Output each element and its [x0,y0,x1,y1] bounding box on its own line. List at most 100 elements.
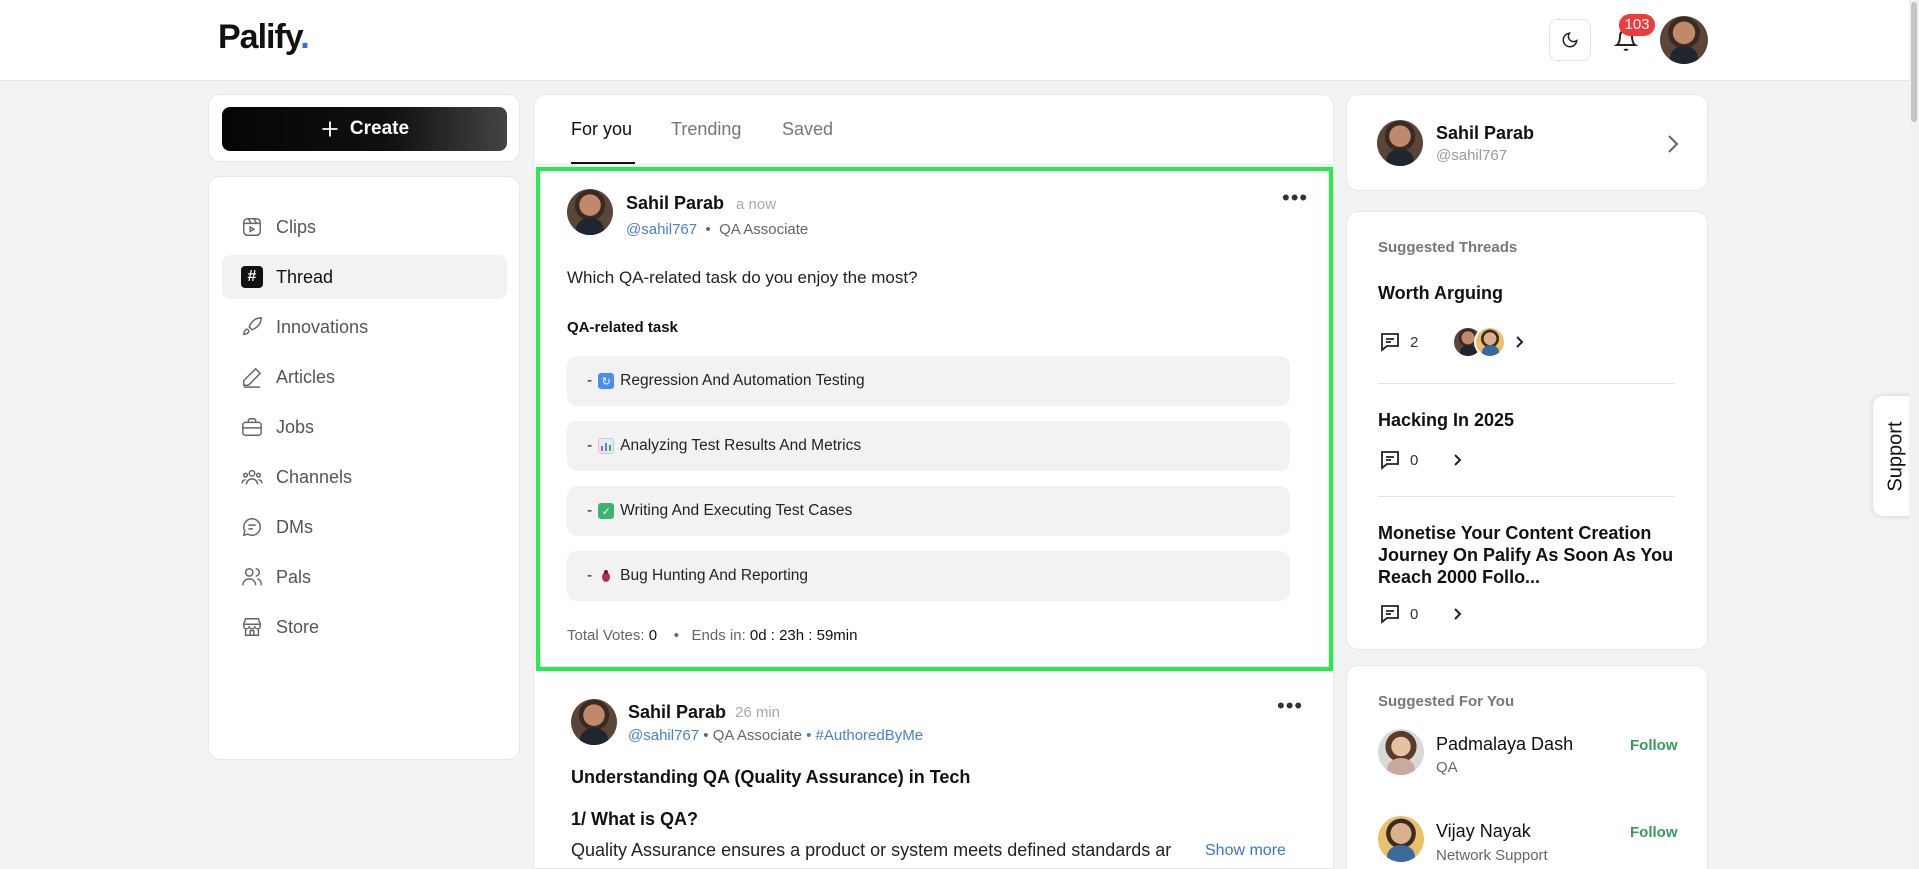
author-name[interactable]: Sahil Parab [628,702,726,723]
top-navbar: Palify. 103 [0,0,1919,81]
author-role: QA Associate [719,221,809,238]
moon-icon [1562,32,1578,48]
comment-count: 2 [1410,333,1419,351]
plus-icon [322,121,338,137]
sidebar-item-articles[interactable]: Articles [222,355,507,399]
post-time: 26 min [735,704,781,721]
tab-for-you[interactable]: For you [571,119,632,140]
poll-countdown: 0d : 23h : 59min [749,627,858,644]
profile-handle: @sahil767 [1436,147,1508,164]
suggested-user-name[interactable]: Padmalaya Dash [1436,734,1573,755]
show-more-link[interactable]: Show more [1205,842,1286,860]
post-time: a now [736,196,777,213]
thread-title[interactable]: Monetise Your Content Creation Journey O… [1378,522,1678,588]
author-avatar[interactable] [571,699,617,745]
clips-icon [240,215,264,239]
section-title: Suggested Threads [1378,239,1518,256]
tab-trending[interactable]: Trending [671,119,741,140]
profile-card[interactable]: Sahil Parab @sahil767 [1346,94,1708,191]
post-body: Quality Assurance ensures a product or s… [571,840,1172,860]
divider [1378,383,1675,384]
comment-count: 0 [1410,605,1419,623]
page-scrollbar[interactable] [1909,0,1919,869]
theme-toggle-button[interactable] [1549,19,1591,61]
notification-badge: 103 [1619,14,1655,36]
feed-tabs: For you Trending Saved [534,95,1333,165]
hashtag-link[interactable]: • #AuthoredByMe [806,727,923,744]
sidebar-item-store[interactable]: Store [222,605,507,649]
total-votes: 0 [648,627,658,644]
profile-avatar [1377,120,1423,166]
thread-stats: 0 [1378,602,1464,626]
briefcase-icon [240,415,264,439]
feed: For you Trending Saved Sahil Parab a now… [533,94,1334,869]
active-tab-indicator [571,162,635,164]
users-group-icon [240,465,264,489]
poll-question: Which QA-related task do you enjoy the m… [567,268,918,287]
section-title: Suggested For You [1378,693,1515,710]
thread-title[interactable]: Worth Arguing [1378,282,1678,304]
create-button[interactable]: Create [222,107,507,151]
more-options-icon[interactable]: ••• [1277,693,1303,719]
suggested-user-avatar[interactable] [1378,729,1424,775]
author-avatar[interactable] [567,189,613,235]
comment-icon [1381,333,1399,352]
author-name[interactable]: Sahil Parab [626,193,724,214]
author-meta: @sahil767 • QA Associate [626,221,809,238]
hash-icon: # [241,266,263,288]
more-options-icon[interactable]: ••• [1282,185,1308,211]
author-handle[interactable]: @sahil767 [628,727,699,744]
sidebar-nav: Clips # Thread Innovations Articles Jobs… [208,176,520,760]
comment-icon [1381,451,1399,470]
comment-count: 0 [1410,451,1419,469]
create-card: Create [208,94,520,162]
chevron-right-icon [1668,135,1679,153]
pen-icon [240,365,264,389]
suggested-threads: Suggested Threads Worth Arguing 2 Hackin… [1346,211,1708,650]
post-title: Understanding QA (Quality Assurance) in … [571,767,971,787]
palify-logo[interactable]: Palify. [218,18,310,57]
divider [1378,496,1675,497]
sidebar-item-clips[interactable]: Clips [222,205,507,249]
pals-icon [240,565,264,589]
scrollbar-thumb[interactable] [1911,2,1917,122]
poll-option[interactable]: - ↻ Regression And Automation Testing [567,356,1290,406]
check-icon: ✓ [598,503,615,519]
sidebar-item-channels[interactable]: Channels [222,455,507,499]
rocket-icon [240,315,264,339]
follow-button[interactable]: Follow [1630,824,1678,841]
thread-stats: 0 [1378,448,1464,472]
suggested-user-role: Network Support [1436,847,1548,864]
sidebar-item-pals[interactable]: Pals [222,555,507,599]
poll-option[interactable]: - ✓ Writing And Executing Test Cases [567,486,1290,536]
suggested-for-you: Suggested For You Padmalaya Dash QA Foll… [1346,665,1708,869]
sidebar-item-thread[interactable]: # Thread [222,255,507,299]
poll-option[interactable]: - Bug Hunting And Reporting [567,551,1290,601]
comment-icon [1381,605,1399,624]
suggested-user-role: QA [1436,759,1458,776]
chat-icon [240,515,264,539]
thread-title[interactable]: Hacking In 2025 [1378,409,1678,431]
sidebar-item-jobs[interactable]: Jobs [222,405,507,449]
participant-avatars [1452,326,1507,358]
suggested-user-name[interactable]: Vijay Nayak [1436,821,1531,842]
tab-saved[interactable]: Saved [782,119,833,140]
poll-post: Sahil Parab a now @sahil767 • QA Associa… [536,167,1333,671]
chevron-right-icon[interactable] [1514,335,1526,349]
user-avatar[interactable] [1660,16,1708,64]
poll-title: QA-related task [567,319,678,336]
chevron-right-icon[interactable] [1452,607,1464,621]
store-icon [240,615,264,639]
sidebar-item-innovations[interactable]: Innovations [222,305,507,349]
chevron-right-icon[interactable] [1452,453,1464,467]
bar-chart-icon [598,438,615,454]
poll-option[interactable]: - Analyzing Test Results And Metrics [567,421,1290,471]
follow-button[interactable]: Follow [1630,737,1678,754]
author-handle[interactable]: @sahil767 [626,221,697,238]
thread-stats: 2 [1378,326,1526,358]
sidebar-item-dms[interactable]: DMs [222,505,507,549]
suggested-user-avatar[interactable] [1378,816,1424,862]
participant-avatar [1474,326,1507,358]
profile-name: Sahil Parab [1436,123,1535,143]
bug-icon [598,568,614,584]
